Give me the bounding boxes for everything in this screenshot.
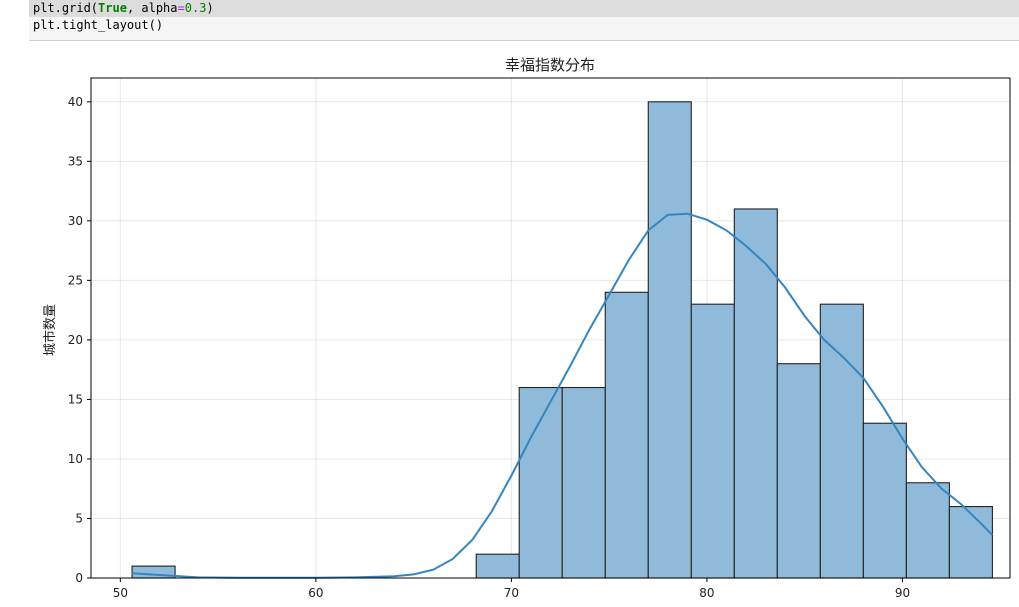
chart-title: 幸福指数分布 <box>505 56 595 74</box>
code-line-tight-layout: plt.tight_layout() <box>33 18 164 32</box>
histogram-bar <box>862 422 907 579</box>
histogram-bar <box>518 386 563 579</box>
code-operator: = <box>177 1 185 15</box>
y-tick-label: 20 <box>68 333 83 347</box>
code-text: , alpha <box>126 1 178 15</box>
x-tick-label: 90 <box>895 586 910 600</box>
histogram-bar <box>647 101 692 579</box>
x-tick-label: 50 <box>113 586 128 600</box>
y-tick-label: 30 <box>68 214 83 228</box>
histogram-bar <box>475 553 520 579</box>
histogram-bar <box>819 303 864 579</box>
histogram-bar <box>604 291 649 579</box>
code-text: ) <box>206 1 214 15</box>
y-tick-label: 25 <box>68 273 83 287</box>
histogram-bar <box>561 386 606 579</box>
x-tick-label: 60 <box>308 586 323 600</box>
histogram-bar <box>948 506 993 579</box>
x-tick-label: 70 <box>504 586 519 600</box>
y-axis-label: 城市数量 <box>42 304 58 356</box>
y-tick-label: 0 <box>75 571 83 585</box>
code-text: plt.grid( <box>33 1 99 15</box>
y-tick-label: 35 <box>68 154 83 168</box>
histogram-bar <box>733 208 778 579</box>
histogram-bar <box>905 482 950 579</box>
code-cell[interactable]: plt.grid(True, alpha=0.3) plt.tight_layo… <box>29 0 1019 41</box>
y-tick-label: 10 <box>68 452 83 466</box>
y-tick-label: 40 <box>68 95 83 109</box>
x-tick-label: 80 <box>699 586 714 600</box>
y-tick-label: 15 <box>68 392 83 406</box>
histogram-bar <box>690 303 735 579</box>
code-line-grid: plt.grid(True, alpha=0.3) <box>29 0 1019 17</box>
y-tick-label: 5 <box>75 511 83 525</box>
code-keyword: True <box>98 1 127 15</box>
histogram-chart: 幸福指数分布 城市数量 50 60 70 80 90 0 5 10 15 20 25 30 35 40 <box>42 56 1011 600</box>
code-number: 0.3 <box>184 1 207 15</box>
histogram-bar <box>776 363 821 579</box>
